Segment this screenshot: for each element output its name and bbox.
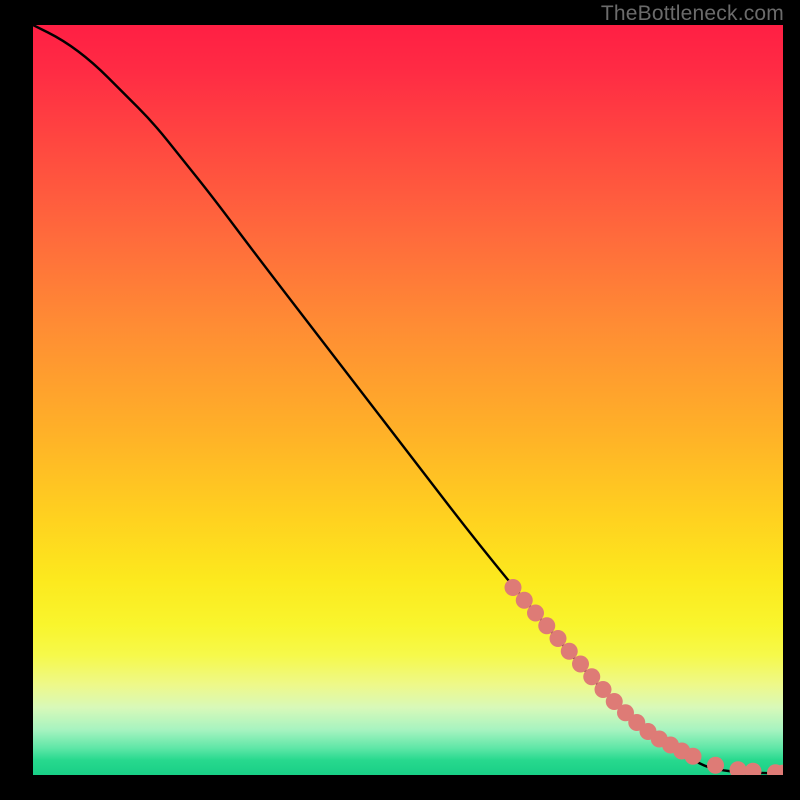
chart-frame: TheBottleneck.com [0, 0, 800, 800]
marker-point [730, 761, 747, 775]
marker-point [685, 748, 702, 765]
marker-point [572, 656, 589, 673]
marker-point [707, 757, 724, 774]
marker-point [527, 605, 544, 622]
chart-svg [33, 25, 783, 775]
marker-point [745, 763, 762, 775]
marker-point [516, 592, 533, 609]
marker-group [505, 579, 784, 775]
marker-point [538, 617, 555, 634]
marker-point [561, 643, 578, 660]
marker-point [550, 630, 567, 647]
watermark-text: TheBottleneck.com [601, 2, 784, 26]
marker-point [505, 579, 522, 596]
marker-point [583, 668, 600, 685]
bottleneck-curve [33, 25, 783, 774]
plot-area [33, 25, 783, 775]
